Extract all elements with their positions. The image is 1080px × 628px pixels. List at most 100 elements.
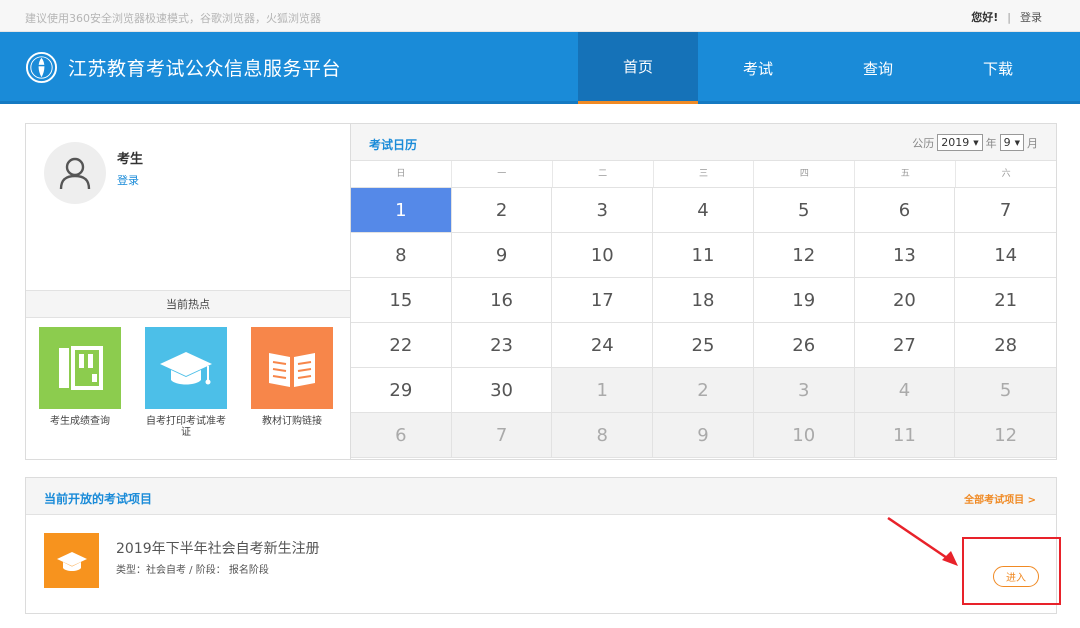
user-status: 您好! | 登录: [971, 9, 1042, 25]
projects-header: 当前开放的考试项目 全部考试项目 >: [26, 478, 1056, 515]
calendar-day[interactable]: 8: [552, 413, 654, 458]
calendar-title: 考试日历: [369, 138, 418, 152]
calendar-header: 考试日历 公历 2019 ▼ 年 9 ▼ 月: [351, 124, 1056, 161]
calendar-day[interactable]: 21: [955, 278, 1056, 323]
calendar-day[interactable]: 29: [351, 368, 452, 413]
main-nav: 首页 考试 查询 下载: [578, 32, 1058, 104]
calendar-day[interactable]: 28: [955, 323, 1056, 368]
project-meta: 类型：社会自考 / 阶段： 报名阶段: [116, 565, 269, 576]
year-select[interactable]: 2019 ▼: [937, 134, 983, 151]
calendar-day[interactable]: 19: [753, 278, 855, 323]
top-notice-bar: 建议使用360安全浏览器极速模式，谷歌浏览器，火狐浏览器 您好! | 登录: [0, 0, 1080, 32]
calendar-day[interactable]: 6: [854, 188, 956, 233]
notebook-icon: [59, 346, 103, 390]
calendar-day[interactable]: 4: [653, 188, 754, 233]
calendar-day[interactable]: 4: [854, 368, 956, 413]
calendar-day[interactable]: 1: [552, 368, 654, 413]
enter-button[interactable]: 进入: [993, 566, 1039, 587]
calendar-controls: 公历 2019 ▼ 年 9 ▼ 月: [912, 134, 1038, 151]
hot-item-textbook-order[interactable]: 教材订购链接: [250, 327, 334, 427]
greeting: 您好!: [971, 11, 999, 24]
nav-query[interactable]: 查询: [818, 32, 938, 104]
nav-download[interactable]: 下载: [938, 32, 1058, 104]
calendar-day[interactable]: 2: [653, 368, 754, 413]
calendar-day[interactable]: 11: [653, 233, 754, 278]
chevron-down-icon: ▼: [1014, 138, 1020, 147]
profile-card: 考生 登录: [26, 124, 350, 290]
browser-notice: 建议使用360安全浏览器极速模式，谷歌浏览器，火狐浏览器: [25, 12, 321, 25]
calendar-day[interactable]: 9: [653, 413, 754, 458]
profile-login-link[interactable]: 登录: [117, 172, 139, 188]
calendar-day[interactable]: 10: [753, 413, 855, 458]
hot-item-score-query[interactable]: 考生成绩查询: [38, 327, 122, 427]
calendar-day[interactable]: 2: [451, 188, 553, 233]
calendar-day[interactable]: 18: [653, 278, 754, 323]
calendar-day[interactable]: 20: [854, 278, 956, 323]
calendar-day[interactable]: 5: [955, 368, 1056, 413]
hot-item-print-admission[interactable]: 自考打印考试准考证: [144, 327, 228, 438]
calendar-day[interactable]: 13: [854, 233, 956, 278]
calendar-day[interactable]: 8: [351, 233, 452, 278]
calendar-day[interactable]: 7: [451, 413, 553, 458]
avatar: [44, 142, 106, 204]
weekday: 三: [654, 161, 755, 187]
calendar-day[interactable]: 12: [955, 413, 1056, 458]
calendar-day[interactable]: 12: [753, 233, 855, 278]
profile-name: 考生: [117, 152, 144, 167]
divider: |: [1007, 10, 1011, 24]
hot-label: 考生成绩查询: [50, 416, 110, 427]
projects-title: 当前开放的考试项目: [44, 492, 153, 506]
month-unit: 月: [1027, 136, 1038, 150]
top-login-link[interactable]: 登录: [1020, 9, 1042, 25]
calendar-day[interactable]: 6: [351, 413, 452, 458]
calendar-day[interactable]: 22: [351, 323, 452, 368]
calendar-day[interactable]: 1: [351, 188, 452, 233]
hot-topics-title: 当前热点: [26, 290, 350, 318]
calendar-day[interactable]: 3: [552, 188, 654, 233]
calendar-day[interactable]: 25: [653, 323, 754, 368]
year-value: 2019: [941, 136, 970, 149]
calendar-day[interactable]: 3: [753, 368, 855, 413]
calendar-day[interactable]: 17: [552, 278, 654, 323]
calendar-day[interactable]: 16: [451, 278, 553, 323]
site-title: 江苏教育考试公众信息服务平台: [68, 58, 342, 80]
weekday: 一: [452, 161, 553, 187]
calendar-day[interactable]: 15: [351, 278, 452, 323]
project-name[interactable]: 2019年下半年社会自考新生注册: [116, 538, 320, 558]
calendar-prefix: 公历: [912, 136, 935, 150]
nav-exam[interactable]: 考试: [698, 32, 818, 104]
nav-home[interactable]: 首页: [578, 32, 698, 104]
open-book-icon: [269, 353, 315, 387]
year-unit: 年: [985, 136, 997, 150]
graduation-cap-icon: [56, 551, 87, 571]
project-icon-tile: [44, 533, 99, 588]
calendar-grid: 1 2 3 4 5 6 7 8 9 10 11 12 13 14 15 16 17 18 19 20 21 22 23 24 2…: [351, 188, 1056, 458]
calendar-day[interactable]: 10: [552, 233, 654, 278]
calendar-day[interactable]: 11: [854, 413, 956, 458]
weekday: 二: [553, 161, 654, 187]
calendar-day[interactable]: 23: [451, 323, 553, 368]
weekday: 六: [1001, 169, 1011, 179]
exam-calendar: 考试日历 公历 2019 ▼ 年 9 ▼ 月 日 一 二 三 四 五 六 1 2…: [350, 124, 1056, 459]
hot-label: 自考打印考试准考证: [146, 416, 226, 438]
chevron-down-icon: ▼: [973, 138, 979, 147]
open-exam-projects: 当前开放的考试项目 全部考试项目 > 2019年下半年社会自考新生注册 类型：社…: [25, 477, 1057, 614]
site-logo-icon: [25, 51, 58, 84]
calendar-day[interactable]: 30: [451, 368, 553, 413]
hot-tile: [251, 327, 333, 409]
calendar-day[interactable]: 26: [753, 323, 855, 368]
month-select[interactable]: 9 ▼: [999, 134, 1024, 151]
site-header: 江苏教育考试公众信息服务平台 首页 考试 查询 下载: [0, 32, 1080, 104]
calendar-day[interactable]: 7: [955, 188, 1056, 233]
calendar-day[interactable]: 5: [753, 188, 855, 233]
calendar-day[interactable]: 27: [854, 323, 956, 368]
weekday: 四: [754, 161, 856, 187]
hot-tile: [145, 327, 227, 409]
calendar-day[interactable]: 14: [955, 233, 1056, 278]
month-value: 9: [1003, 136, 1011, 149]
calendar-day[interactable]: 24: [552, 323, 654, 368]
weekday: 日: [351, 161, 452, 187]
all-projects-link[interactable]: 全部考试项目 >: [964, 491, 1036, 506]
calendar-day[interactable]: 9: [451, 233, 553, 278]
graduation-cap-icon: [160, 352, 212, 385]
